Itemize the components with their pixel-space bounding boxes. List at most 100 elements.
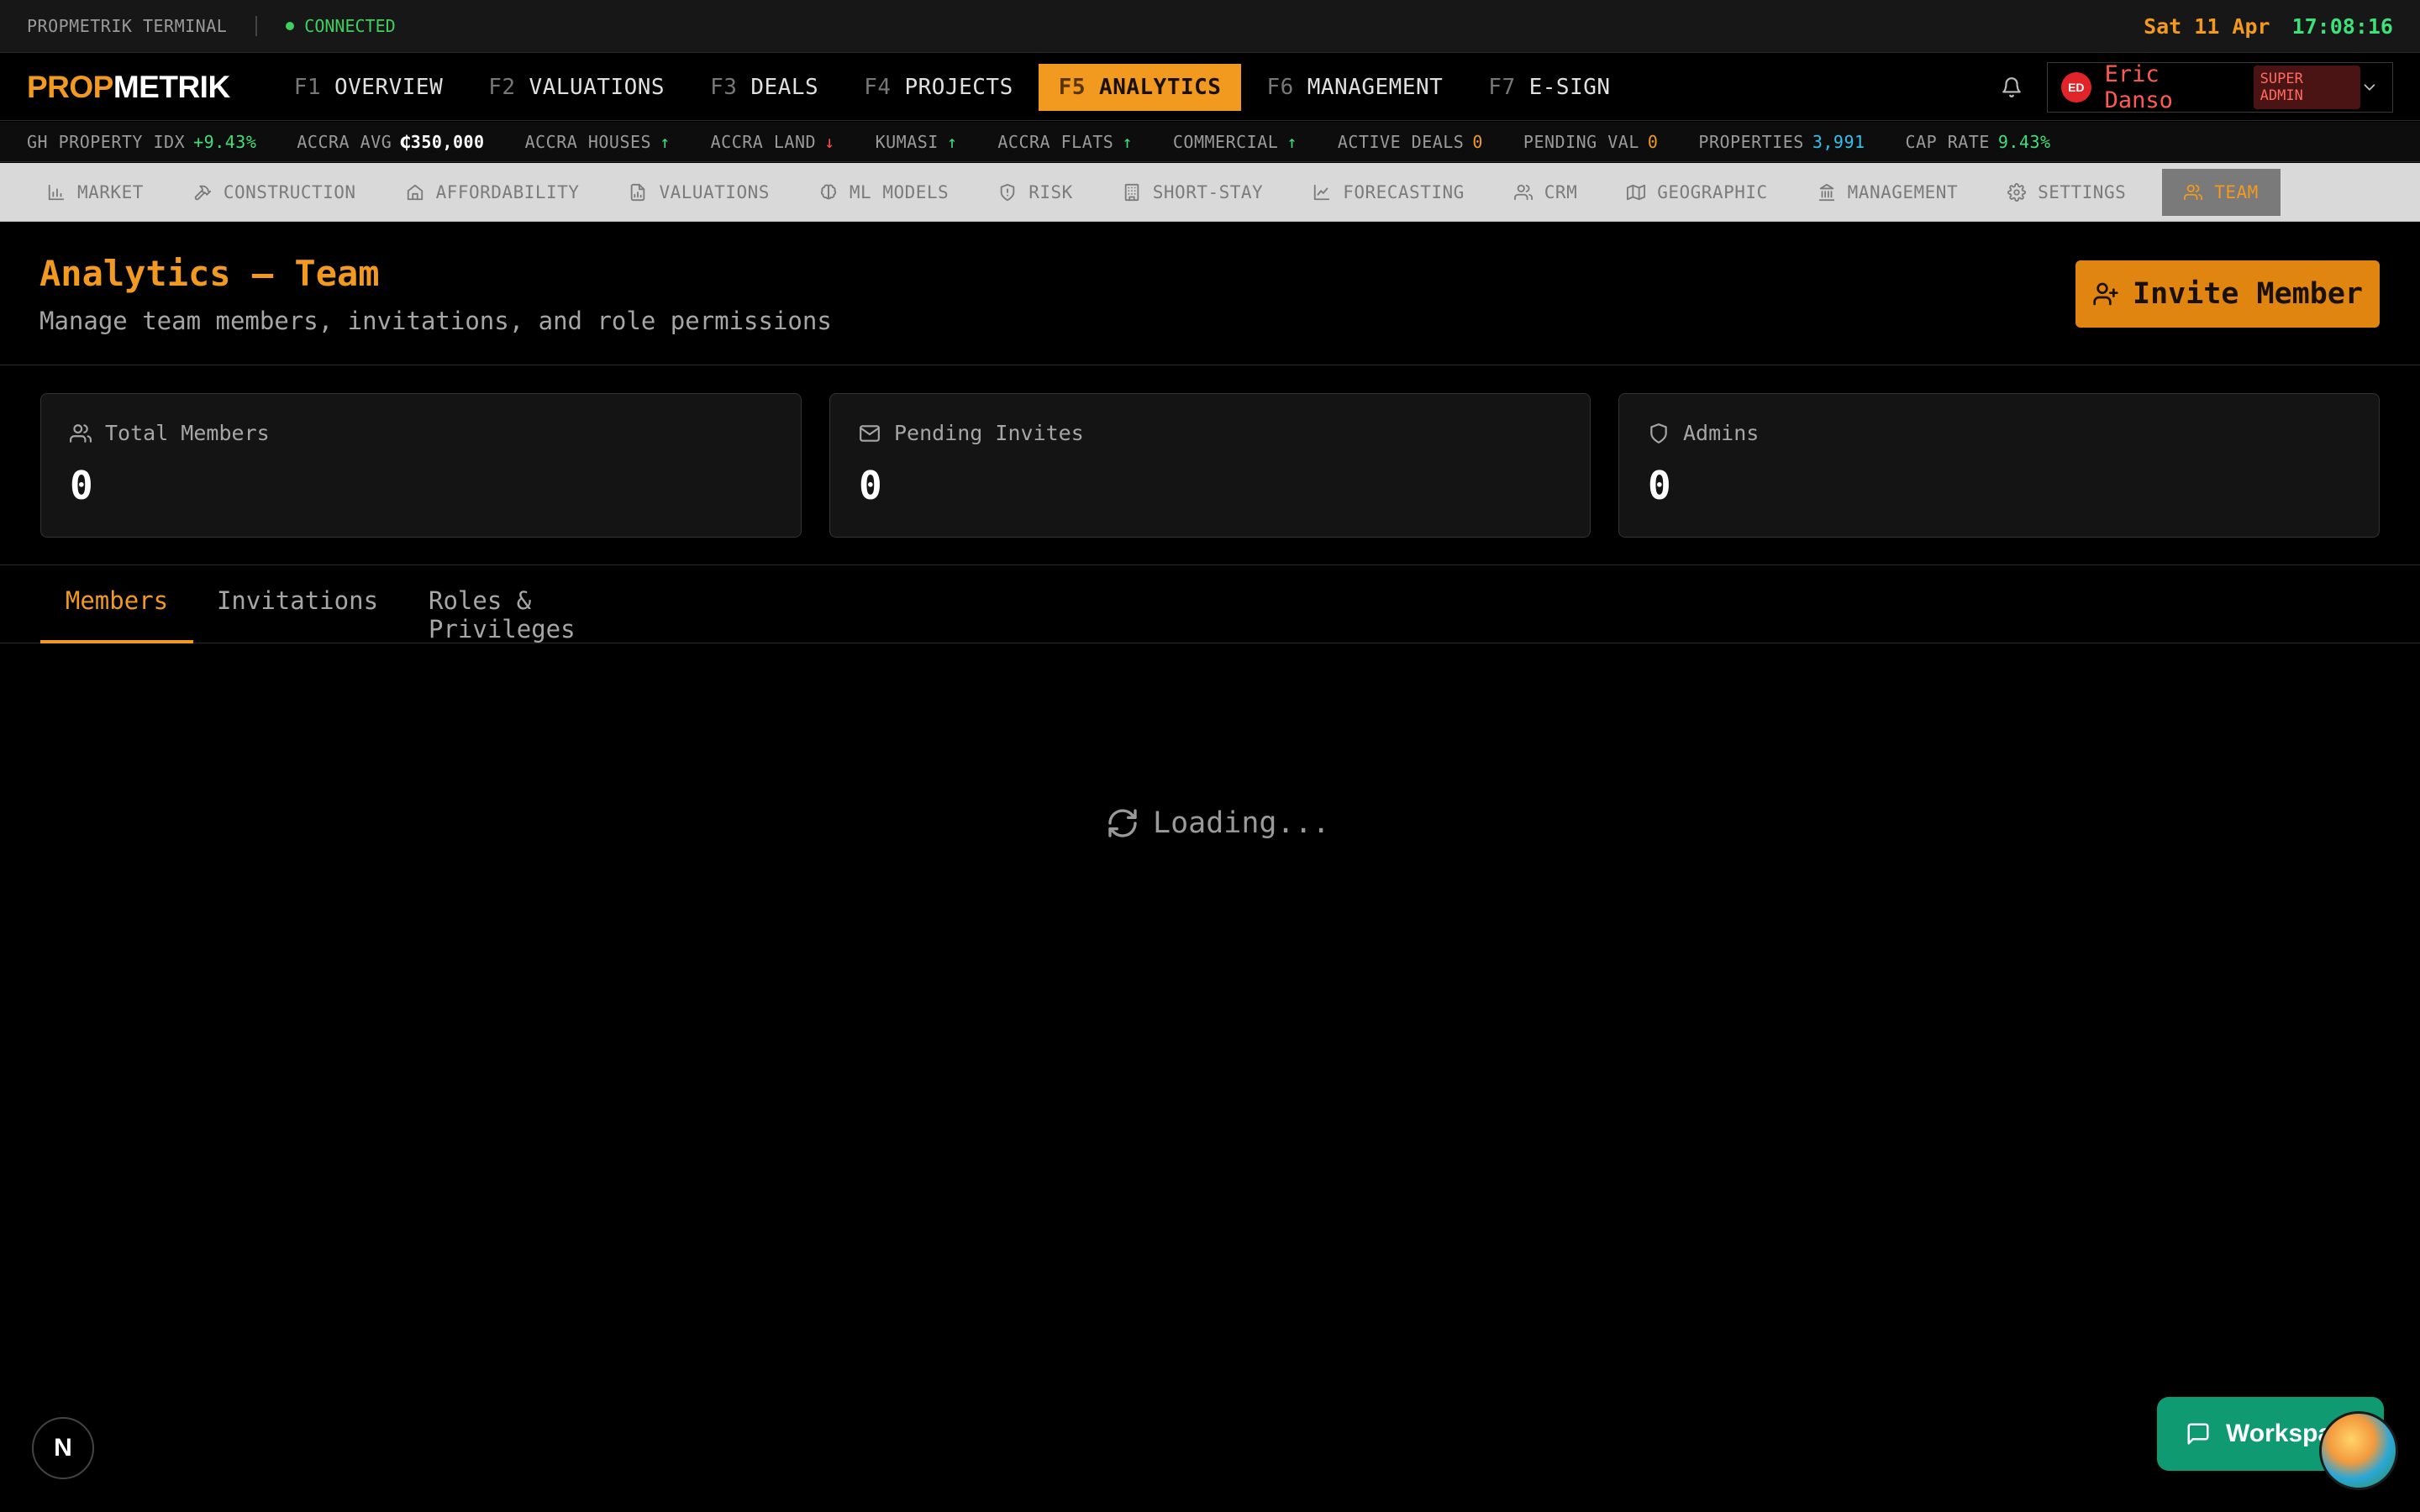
subnav-label: AFFORDABILITY [435,181,580,202]
connection-label: CONNECTED [304,16,396,36]
nav-label: DEALS [750,74,819,100]
stat-label-text: Pending Invites [894,421,1084,445]
subnav-team[interactable]: TEAM [2162,168,2281,216]
subnav-geographic[interactable]: GEOGRAPHIC [1613,169,1781,216]
stats-row: Total Members 0 Pending Invites 0 Admins… [0,366,2420,565]
nav-key: F1 [293,74,321,100]
nav-label: E-SIGN [1528,74,1611,100]
mail-icon [860,424,880,442]
subnav-risk[interactable]: RISK [985,169,1086,216]
stat-label: Admins [1648,421,1759,445]
dev-tools-badge[interactable]: N [32,1417,94,1479]
nav-key: F6 [1266,74,1294,100]
terminal-label: PROPMETRIK TERMINAL [27,16,228,36]
tab-roles-privileges[interactable]: Roles & Privileges [429,586,685,643]
page-title: Analytics — Team [39,253,380,294]
user-name: Eric Danso [2104,60,2173,113]
subnav-label: RISK [1028,181,1073,202]
status-dot-icon [286,22,295,30]
stat-value: 0 [1648,463,1671,508]
subnav-construction[interactable]: CONSTRUCTION [180,169,370,216]
subnav-affordability[interactable]: AFFORDABILITY [392,169,593,216]
subnav-label: CRM [1544,181,1578,202]
home-icon [407,184,423,200]
logo[interactable]: PROPMETRIK [27,70,230,105]
notifications-button[interactable] [1988,64,2035,111]
subnav-label: MANAGEMENT [1847,181,1959,202]
ticker-item: ACCRA FLATS ↑ [997,131,1133,152]
subnav-label: CONSTRUCTION [223,181,356,202]
user-plus-icon [2093,282,2118,306]
map-icon [1627,184,1646,200]
tab-invitations[interactable]: Invitations [217,586,378,643]
nav-management[interactable]: F6 MANAGEMENT [1246,64,1463,111]
nav-esign[interactable]: F7 E-SIGN [1468,64,1630,111]
shield-alert-icon [1000,183,1015,201]
users-icon [1513,184,1533,200]
divider [255,16,258,36]
nav-analytics[interactable]: F5 ANALYTICS [1038,63,1242,111]
subnav-forecasting[interactable]: FORECASTING [1299,169,1478,216]
user-menu[interactable]: ED Eric Danso SUPER ADMIN [2047,60,2393,113]
nav-valuations[interactable]: F2 VALUATIONS [468,64,685,111]
subnav-ml-models[interactable]: ML MODELS [806,169,962,216]
analytics-subnav: MARKET CONSTRUCTION AFFORDABILITY VALUAT… [0,163,2420,222]
stat-card-pending-invites: Pending Invites 0 [829,393,1591,538]
ticker-item: ACCRA HOUSES ↑ [524,131,671,152]
ticker-item: ACTIVE DEALS 0 [1337,131,1483,152]
nav-projects[interactable]: F4 PROJECTS [844,64,1034,111]
ticker-item: PENDING VAL 0 [1523,131,1659,152]
nav-label: MANAGEMENT [1307,74,1444,100]
logo-part-prop: PROP [27,69,113,104]
connection-status: CONNECTED [286,16,396,36]
ticker-item: CAP RATE 9.43% [1905,131,2051,152]
page-subtitle: Manage team members, invitations, and ro… [39,307,832,335]
avatar: ED [2061,71,2091,102]
nav-label: PROJECTS [904,74,1013,100]
subnav-short-stay[interactable]: SHORT-STAY [1109,169,1276,216]
market-ticker: GH PROPERTY IDX +9.43% ACCRA AVG ₵350,000 … [0,122,2420,162]
invite-member-label: Invite Member [2133,277,2363,311]
subnav-label: ML MODELS [849,181,950,202]
subnav-market[interactable]: MARKET [34,169,157,216]
ticker-item: COMMERCIAL ↑ [1172,131,1297,152]
chevron-down-icon [2364,83,2375,91]
main-nav: PROPMETRIK F1 OVERVIEW F2 VALUATIONS F3 DEA… [0,54,2420,121]
stat-label-text: Admins [1683,421,1760,445]
logo-part-metrik: METRIK [113,69,230,104]
nav-label: VALUATIONS [529,74,666,100]
stat-label-text: Total Members [105,421,270,445]
status-bar: PROPMETRIK TERMINAL CONNECTED Sat 11 Apr… [0,0,2420,53]
shield-icon [1650,423,1667,444]
nav-key: F7 [1488,74,1516,100]
loading-label: Loading... [1153,806,1330,840]
brain-icon [820,184,836,199]
tab-members[interactable]: Members [40,586,193,643]
stat-value: 0 [859,463,882,508]
subnav-label: SETTINGS [2038,181,2127,202]
subnav-label: TEAM [2214,181,2259,202]
team-tabs: Members Invitations Roles & Privileges [0,566,2420,643]
stat-label: Total Members [70,421,270,445]
subnav-label: SHORT-STAY [1152,181,1264,202]
landmark-icon [1818,183,1834,201]
ticker-item: ACCRA LAND ↓ [710,131,835,152]
subnav-settings[interactable]: SETTINGS [1994,169,2139,216]
subnav-management[interactable]: MANAGEMENT [1804,169,1971,216]
subnav-label: FORECASTING [1343,181,1465,202]
gear-icon [2007,182,2027,202]
subnav-valuations[interactable]: VALUATIONS [615,169,782,216]
invite-member-button[interactable]: Invite Member [2075,260,2380,328]
assistant-avatar-icon[interactable] [2319,1411,2398,1490]
subnav-label: MARKET [77,181,144,202]
nav-label: OVERVIEW [334,74,444,100]
nav-key: F4 [864,74,892,100]
ticker-item: KUMASI ↑ [875,131,958,152]
stat-value: 0 [70,463,93,508]
ticker-item: PROPERTIES 3,991 [1698,131,1865,152]
ticker-item: ACCRA AVG ₵350,000 [297,131,485,152]
clock-display: 17:08:16 [2291,13,2393,39]
subnav-crm[interactable]: CRM [1501,169,1591,216]
nav-deals[interactable]: F3 DEALS [690,64,839,111]
nav-overview[interactable]: F1 OVERVIEW [274,64,464,111]
